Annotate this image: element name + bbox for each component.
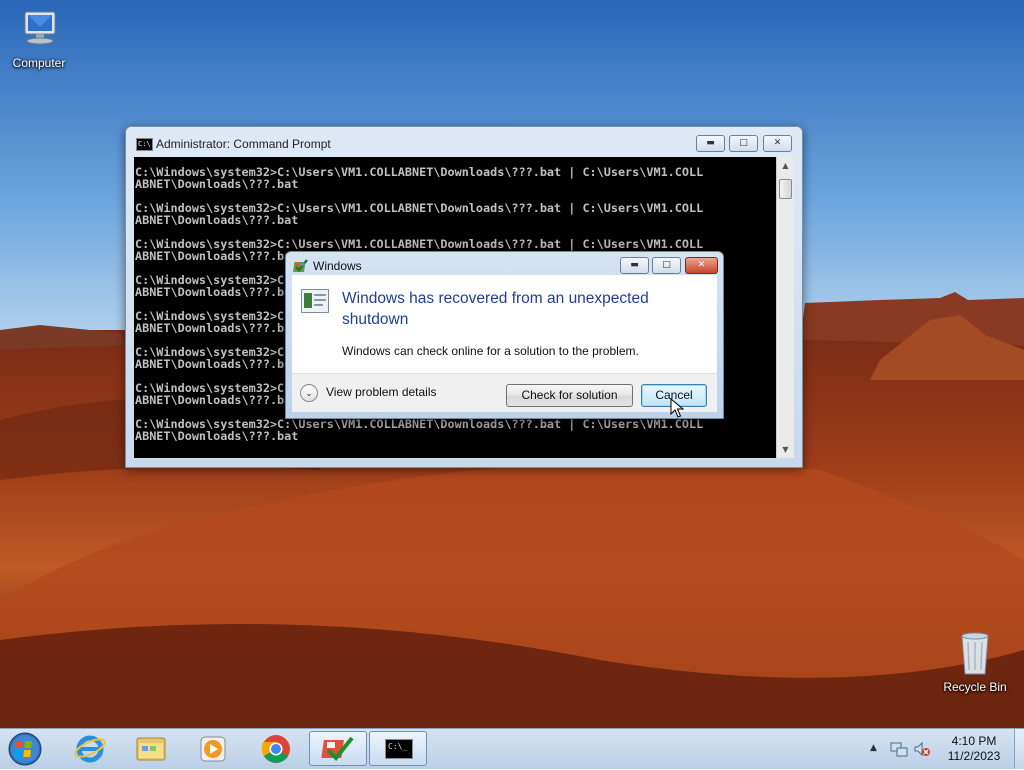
scroll-up-arrow-icon[interactable]: ▲ xyxy=(777,157,794,174)
chrome-icon xyxy=(261,735,290,763)
clock-date: 11/2/2023 xyxy=(947,749,1001,763)
start-button[interactable] xyxy=(6,731,44,767)
command-prompt-icon: C:\_ xyxy=(385,739,413,759)
clock[interactable]: 4:10 PM 11/2/2023 xyxy=(936,734,1012,764)
show-desktop-button[interactable] xyxy=(1014,729,1024,769)
taskbar-file-explorer[interactable] xyxy=(124,731,180,766)
media-player-icon xyxy=(200,736,226,762)
cmd-vertical-scrollbar[interactable]: ▲ ▼ xyxy=(776,157,794,458)
cmd-window-title: Administrator: Command Prompt xyxy=(156,137,331,151)
scroll-down-arrow-icon[interactable]: ▼ xyxy=(777,441,794,458)
computer-icon xyxy=(16,8,62,54)
check-for-solution-button[interactable]: Check for solution xyxy=(506,384,633,407)
dialog-minimize-button[interactable]: ▬ xyxy=(620,257,649,274)
cmd-maximize-button[interactable]: □ xyxy=(729,135,758,152)
scroll-thumb[interactable] xyxy=(779,179,792,199)
cmd-minimize-button[interactable]: ▬ xyxy=(696,135,725,152)
dialog-message: Windows can check online for a solution … xyxy=(342,344,639,358)
details-label: View problem details xyxy=(326,385,437,400)
taskbar-action-center[interactable] xyxy=(309,731,367,766)
taskbar-media-player[interactable] xyxy=(186,731,242,766)
volume-muted-icon[interactable] xyxy=(913,740,931,758)
taskbar-command-prompt[interactable]: C:\_ xyxy=(369,731,427,766)
problem-report-icon xyxy=(301,289,329,313)
windows-check-icon xyxy=(293,258,309,274)
dialog-close-button[interactable]: ✕ xyxy=(685,257,718,274)
chevron-down-icon[interactable]: ⌄ xyxy=(300,384,318,402)
cmd-close-button[interactable]: ✕ xyxy=(763,135,792,152)
dialog-footer: ⌄ View problem details Check for solution… xyxy=(292,373,717,412)
windows-logo-icon xyxy=(8,732,42,766)
network-icon[interactable] xyxy=(890,740,908,758)
dialog-maximize-button[interactable]: □ xyxy=(652,257,681,274)
taskbar-chrome[interactable] xyxy=(248,731,304,766)
cmd-titlebar[interactable]: C:\ Administrator: Command Prompt ▬ □ ✕ xyxy=(126,127,802,157)
mouse-cursor-icon xyxy=(670,398,684,418)
recycle-bin-icon xyxy=(952,630,998,678)
view-problem-details-toggle[interactable]: ⌄ View problem details xyxy=(300,384,437,404)
windows-recovery-dialog[interactable]: Windows ▬ □ ✕ Windows has recovered from… xyxy=(285,251,724,419)
show-hidden-icons-arrow-icon[interactable]: ▲ xyxy=(870,743,877,753)
dialog-heading: Windows has recovered from an unexpected… xyxy=(342,290,649,328)
desktop-icon-computer[interactable]: Computer xyxy=(4,8,74,70)
internet-explorer-icon xyxy=(74,735,106,763)
action-center-icon xyxy=(321,736,354,761)
clock-time: 4:10 PM xyxy=(951,734,997,748)
taskbar-internet-explorer[interactable] xyxy=(62,731,118,766)
dialog-body: Windows has recovered from an unexpected… xyxy=(292,275,717,373)
file-explorer-icon xyxy=(136,737,166,761)
desktop-icon-label: Computer xyxy=(12,56,66,70)
desktop-icon-recycle-bin[interactable]: Recycle Bin xyxy=(940,630,1010,694)
system-tray: ▲ 4:10 PM 11/2/2023 xyxy=(868,729,1024,769)
dialog-title: Windows xyxy=(313,259,362,273)
desktop-icon-label: Recycle Bin xyxy=(943,680,1007,694)
taskbar: C:\_ ▲ 4:10 PM 11/2/2023 xyxy=(0,728,1024,769)
command-prompt-icon: C:\ xyxy=(136,138,153,151)
